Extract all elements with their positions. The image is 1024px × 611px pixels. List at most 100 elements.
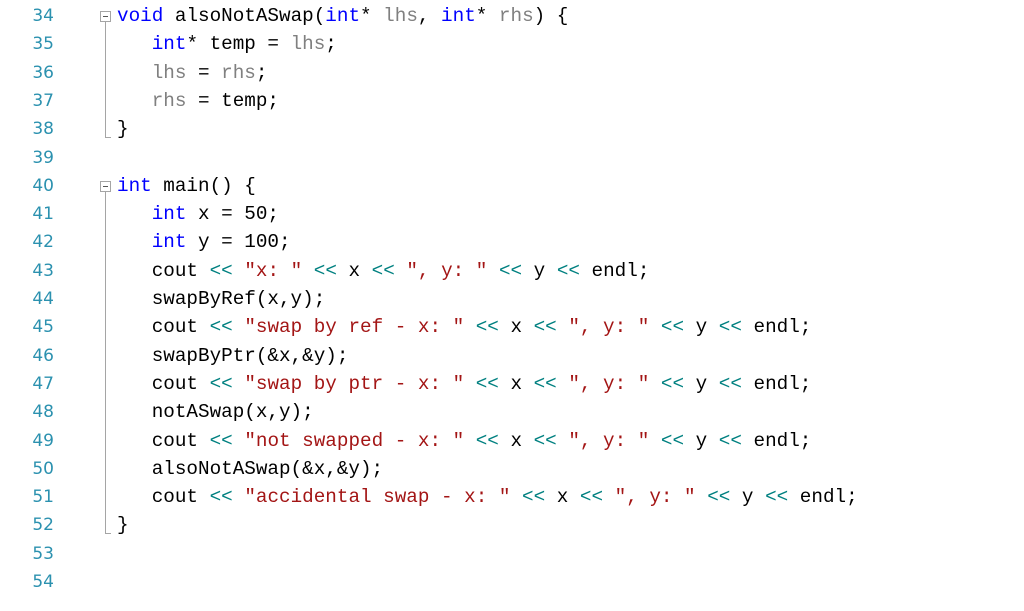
code-text[interactable]: rhs = temp; bbox=[117, 87, 279, 115]
code-token-plain: y = 100; bbox=[186, 231, 291, 254]
code-line[interactable]: 41 int x = 50; bbox=[0, 200, 1024, 228]
code-token-op: << bbox=[707, 486, 731, 509]
code-token-op: << bbox=[498, 259, 523, 282]
fold-guide-line bbox=[105, 22, 106, 138]
code-line[interactable]: 54 bbox=[0, 568, 1024, 596]
line-number: 51 bbox=[32, 487, 54, 508]
code-line[interactable]: 43 cout << "x: " << x << ", y: " << y <<… bbox=[0, 257, 1024, 285]
code-token-plain: y bbox=[730, 486, 766, 509]
code-token-plain: cout bbox=[117, 316, 210, 339]
line-number: 41 bbox=[32, 204, 54, 225]
code-token-plain: * temp = bbox=[186, 33, 291, 56]
code-text[interactable]: swapByPtr(&x,&y); bbox=[117, 342, 349, 370]
code-token-op: << bbox=[313, 259, 337, 282]
code-line[interactable]: 34 void alsoNotASwap(int* lhs, int* rhs) … bbox=[0, 2, 1024, 30]
code-token-str: "swap by ref - x: " bbox=[244, 316, 465, 339]
code-token-op: << bbox=[556, 259, 580, 282]
code-token-str: ", y: " bbox=[406, 259, 488, 282]
code-token-kw: void bbox=[117, 5, 164, 27]
collapse-minus-icon[interactable] bbox=[100, 180, 111, 192]
code-token-kw: int bbox=[117, 174, 152, 197]
line-number: 42 bbox=[32, 232, 54, 253]
code-text[interactable]: alsoNotASwap(&x,&y); bbox=[117, 455, 383, 483]
code-text[interactable]: } bbox=[117, 511, 129, 539]
code-text[interactable]: void alsoNotASwap(int* lhs, int* rhs) { bbox=[117, 2, 568, 30]
collapse-minus-icon[interactable] bbox=[100, 11, 111, 22]
code-line[interactable]: 42 int y = 100; bbox=[0, 228, 1024, 256]
code-token-plain: endl; bbox=[741, 316, 812, 339]
line-number: 35 bbox=[32, 34, 54, 55]
code-text[interactable]: int* temp = lhs; bbox=[117, 30, 337, 58]
code-token-plain: x bbox=[498, 372, 534, 395]
code-editor[interactable]: 34 void alsoNotASwap(int* lhs, int* rhs) … bbox=[0, 0, 1024, 611]
code-line[interactable]: 45 cout << "swap by ref - x: " << x << "… bbox=[0, 313, 1024, 341]
code-token-plain: y bbox=[684, 316, 719, 339]
code-token-kw: int bbox=[151, 231, 187, 254]
code-token-param: rhs bbox=[498, 5, 534, 27]
code-text[interactable]: cout << "accidental swap - x: " << x << … bbox=[117, 483, 858, 511]
code-token-plain: } bbox=[117, 118, 129, 141]
code-line[interactable]: 51 cout << "accidental swap - x: " << x … bbox=[0, 483, 1024, 511]
code-token-plain: notASwap(x,y); bbox=[117, 401, 314, 424]
code-line[interactable]: 44 swapByRef(x,y); bbox=[0, 285, 1024, 313]
code-text[interactable]: cout << "swap by ref - x: " << x << ", y… bbox=[117, 313, 812, 341]
code-token-op: << bbox=[522, 486, 546, 509]
code-line[interactable]: 38} bbox=[0, 115, 1024, 143]
code-line[interactable]: 47 cout << "swap by ptr - x: " << x << "… bbox=[0, 370, 1024, 398]
code-token-kw: int bbox=[151, 33, 187, 56]
code-line[interactable]: 49 cout << "not swapped - x: " << x << "… bbox=[0, 427, 1024, 455]
code-text[interactable]: cout << "x: " << x << ", y: " << y << en… bbox=[117, 257, 650, 285]
code-line[interactable]: 37 rhs = temp; bbox=[0, 87, 1024, 115]
code-token-str: "not swapped - x: " bbox=[244, 429, 465, 452]
code-token-plain: y bbox=[684, 429, 719, 452]
code-token-plain: endl; bbox=[788, 486, 858, 509]
code-text[interactable]: notASwap(x,y); bbox=[117, 398, 314, 426]
code-line[interactable]: 53 bbox=[0, 540, 1024, 568]
code-text[interactable]: cout << "not swapped - x: " << x << ", y… bbox=[117, 427, 812, 455]
code-token-plain: * bbox=[475, 5, 499, 27]
code-token-op: << bbox=[579, 486, 604, 509]
code-token-str: ", y: " bbox=[568, 429, 650, 452]
code-token-plain: , bbox=[417, 5, 442, 27]
code-text[interactable]: int y = 100; bbox=[117, 228, 291, 256]
line-number: 39 bbox=[32, 147, 54, 168]
code-token-op: << bbox=[209, 316, 233, 339]
code-text[interactable]: swapByRef(x,y); bbox=[117, 285, 326, 313]
code-line[interactable]: 39 bbox=[0, 144, 1024, 172]
code-token-op: << bbox=[718, 429, 742, 452]
code-text[interactable]: int main() { bbox=[117, 172, 256, 200]
line-number: 54 bbox=[32, 572, 54, 592]
code-token-plain: ; bbox=[325, 33, 337, 56]
code-line[interactable]: 52} bbox=[0, 511, 1024, 539]
code-token-op: << bbox=[209, 429, 233, 452]
code-text[interactable]: cout << "swap by ptr - x: " << x << ", y… bbox=[117, 370, 812, 398]
code-line[interactable]: 50 alsoNotASwap(&x,&y); bbox=[0, 455, 1024, 483]
line-number: 49 bbox=[32, 430, 54, 451]
line-number: 47 bbox=[32, 373, 54, 394]
code-line[interactable]: 48 notASwap(x,y); bbox=[0, 398, 1024, 426]
code-token-op: << bbox=[660, 372, 685, 395]
code-token-str: "x: " bbox=[244, 259, 303, 282]
code-line[interactable]: 36 lhs = rhs; bbox=[0, 59, 1024, 87]
code-token-plain: main() { bbox=[151, 174, 256, 197]
code-token-op: << bbox=[533, 429, 557, 452]
line-number: 34 bbox=[32, 6, 54, 26]
code-line[interactable]: 46 swapByPtr(&x,&y); bbox=[0, 342, 1024, 370]
code-line[interactable]: 35 int* temp = lhs; bbox=[0, 30, 1024, 58]
code-token-plain: x bbox=[498, 429, 534, 452]
code-token-param: rhs bbox=[221, 61, 256, 84]
line-number: 36 bbox=[32, 62, 54, 83]
code-text[interactable]: } bbox=[117, 115, 129, 143]
code-text[interactable]: int x = 50; bbox=[117, 200, 279, 228]
code-line[interactable]: 40 int main() { bbox=[0, 172, 1024, 200]
code-text[interactable]: lhs = rhs; bbox=[117, 59, 268, 87]
